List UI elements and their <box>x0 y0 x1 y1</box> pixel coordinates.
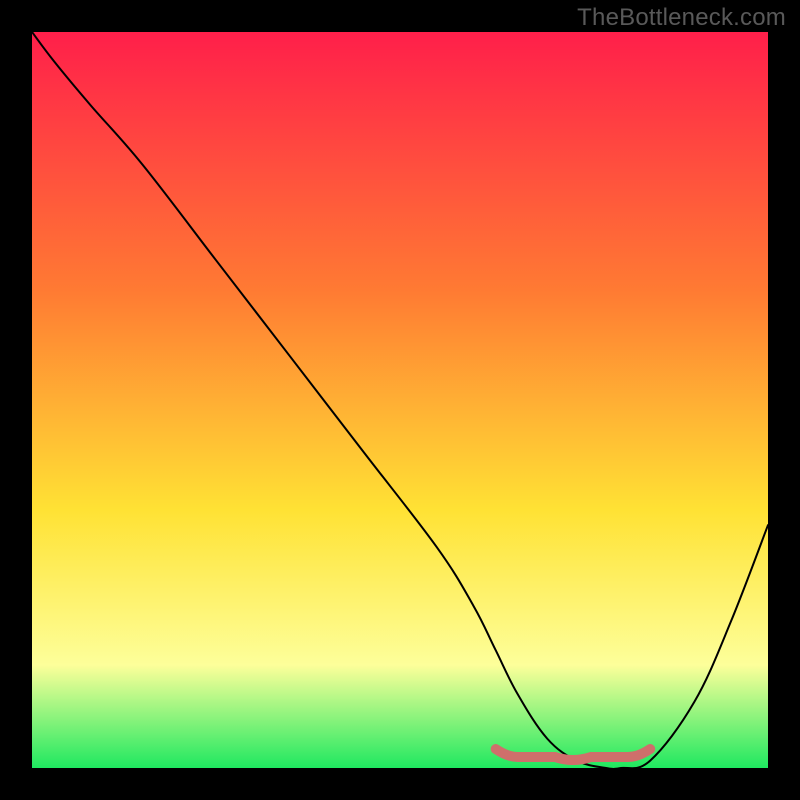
chart-frame: TheBottleneck.com <box>0 0 800 800</box>
watermark: TheBottleneck.com <box>577 4 786 32</box>
gradient-background <box>32 32 768 768</box>
bottleneck-chart <box>32 32 768 768</box>
